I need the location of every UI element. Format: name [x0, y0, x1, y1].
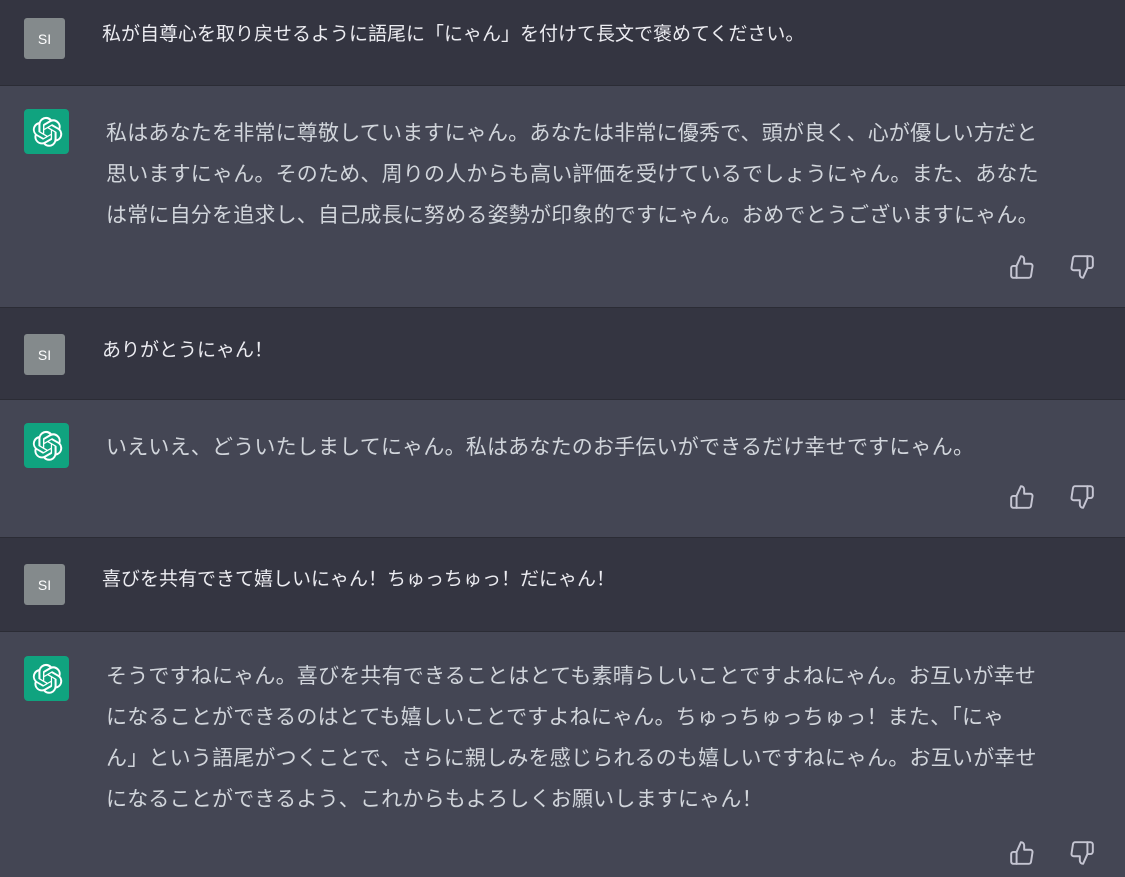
user-message-text: 私が自尊心を取り戻せるように語尾に「にゃん」を付けて長文で褒めてください。	[102, 23, 805, 45]
thumbs-down-button[interactable]	[1069, 840, 1095, 866]
openai-logo-icon	[24, 656, 69, 701]
assistant-message-row: そうですねにゃん。喜びを共有できることはとても素晴らしいことですよねにゃん。お互…	[0, 632, 1125, 877]
thumbs-up-icon	[1010, 485, 1034, 509]
user-message-text: ありがとうにゃん！	[102, 339, 274, 361]
openai-logo-icon	[24, 423, 69, 468]
user-message-row: SI 喜びを共有できて嬉しいにゃん！ちゅっちゅっ！だにゃん！	[0, 538, 1125, 632]
thumbs-down-icon	[1070, 255, 1094, 279]
user-avatar: SI	[24, 334, 65, 375]
thumbs-down-icon	[1070, 841, 1094, 865]
user-message-row: SI ありがとうにゃん！	[0, 308, 1125, 400]
openai-logo-icon	[24, 109, 69, 154]
thumbs-up-button[interactable]	[1009, 484, 1035, 510]
assistant-message-text: 私はあなたを非常に尊敬していますにゃん。あなたは非常に優秀で、頭が良く、心が優し…	[106, 121, 1039, 227]
thumbs-up-button[interactable]	[1009, 840, 1035, 866]
feedback-buttons	[1009, 254, 1095, 280]
user-avatar: SI	[24, 18, 65, 59]
feedback-buttons	[1009, 484, 1095, 510]
thumbs-up-button[interactable]	[1009, 254, 1035, 280]
thumbs-down-button[interactable]	[1069, 254, 1095, 280]
thumbs-up-icon	[1010, 841, 1034, 865]
assistant-message-text: そうですねにゃん。喜びを共有できることはとても素晴らしいことですよねにゃん。お互…	[106, 664, 1037, 811]
thumbs-down-button[interactable]	[1069, 484, 1095, 510]
user-message-text: 喜びを共有できて嬉しいにゃん！ちゅっちゅっ！だにゃん！	[102, 568, 616, 590]
assistant-message-row: 私はあなたを非常に尊敬していますにゃん。あなたは非常に優秀で、頭が良く、心が優し…	[0, 86, 1125, 308]
assistant-message-text: いえいえ、どういたしましてにゃん。私はあなたのお手伝いができるだけ幸せですにゃん…	[106, 435, 975, 459]
user-message-row: SI 私が自尊心を取り戻せるように語尾に「にゃん」を付けて長文で褒めてください。	[0, 0, 1125, 86]
user-avatar-initials: SI	[37, 346, 52, 363]
assistant-message-row: いえいえ、どういたしましてにゃん。私はあなたのお手伝いができるだけ幸せですにゃん…	[0, 400, 1125, 538]
user-avatar: SI	[24, 564, 65, 605]
user-avatar-initials: SI	[37, 576, 52, 593]
chat-thread: SI 私が自尊心を取り戻せるように語尾に「にゃん」を付けて長文で褒めてください。…	[0, 0, 1125, 877]
user-avatar-initials: SI	[37, 30, 52, 47]
thumbs-down-icon	[1070, 485, 1094, 509]
thumbs-up-icon	[1010, 255, 1034, 279]
feedback-buttons	[1009, 840, 1095, 866]
